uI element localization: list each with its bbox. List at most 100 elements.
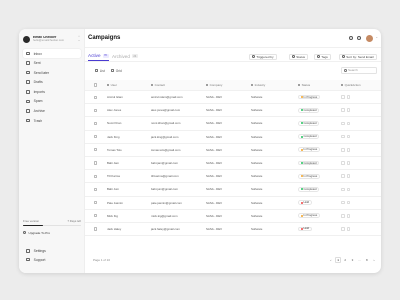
table-row[interactable]: Alex Jones alex.jones@gmail.com SASA - DEV…	[85, 104, 381, 118]
quick-action-cell	[341, 223, 352, 235]
chevron-updown-icon[interactable]: ⌃ ⌄	[77, 36, 81, 42]
contact-cell: amirul.islam@gmail.com	[151, 95, 183, 100]
sort-dropdown[interactable]: Sort by: Send Email	[339, 53, 377, 60]
prev-page-button[interactable]: ‹	[328, 257, 334, 263]
industry-cell: Software	[251, 95, 263, 100]
row-checkbox[interactable]	[94, 95, 98, 99]
column-status[interactable]: Status	[298, 80, 310, 90]
quick-action-more-icon[interactable]	[346, 95, 351, 99]
quick-action-more-icon[interactable]	[346, 187, 351, 192]
column-industry[interactable]: Industry	[251, 80, 265, 90]
user-icon	[107, 83, 110, 87]
bell-icon[interactable]	[357, 36, 361, 40]
table-row[interactable]: Amirul Islam amirul.islam@gmail.com SASA -…	[85, 91, 381, 105]
quick-action-more-icon[interactable]	[346, 134, 351, 139]
table-row[interactable]: Babi Jum babi.jum@gmail.com SASA - DEV Soft…	[85, 183, 381, 197]
status-badge: In Progress	[298, 173, 320, 179]
tabs-bar: Active 7K Archived 24 Triggered by Statu…	[85, 48, 381, 62]
tags-filter[interactable]: Tags	[314, 53, 331, 60]
sidebar-item-sent[interactable]: Sent	[23, 59, 81, 68]
page-button[interactable]: 8	[364, 257, 370, 263]
upgrade-button[interactable]: Upgrade To Pro	[23, 229, 81, 236]
quick-action-more-icon[interactable]	[346, 213, 351, 218]
chevron-down-icon[interactable]: ⌄	[375, 35, 378, 39]
row-checkbox[interactable]	[94, 108, 98, 112]
quick-action-more-icon[interactable]	[346, 148, 351, 152]
status-filter[interactable]: Status	[289, 53, 309, 60]
next-page-button[interactable]: ›	[371, 257, 377, 263]
page-button[interactable]: 1	[335, 256, 342, 263]
triggered-by-filter[interactable]: Triggered by	[249, 53, 277, 60]
table-row[interactable]: Till Karma till.karma@gmail.com SASA - DEV…	[85, 170, 381, 184]
sidebar-item-send-later[interactable]: Send later	[23, 68, 81, 77]
tab-archived[interactable]: Archived 24	[112, 51, 138, 61]
column-user[interactable]: User	[107, 80, 117, 90]
quick-action-edit-icon[interactable]	[341, 134, 345, 139]
row-checkbox[interactable]	[94, 174, 98, 178]
sidebar-item-inbox[interactable]: Inbox	[23, 49, 81, 58]
row-checkbox[interactable]	[94, 214, 98, 218]
status-badge: In Progress	[298, 147, 320, 153]
quick-action-edit-icon[interactable]	[341, 187, 345, 192]
table-row[interactable]: Mick Kig mick.kig@gmail.com SASA - DEV Soft…	[85, 210, 381, 223]
status-cell: In Progress	[298, 210, 320, 222]
sidebar-item-spam[interactable]: Spam	[23, 97, 81, 106]
plan-label: Free version	[23, 219, 40, 223]
row-checkbox[interactable]	[94, 201, 98, 205]
row-checkbox[interactable]	[94, 135, 98, 139]
table-row[interactable]: Jack King jack.king@gmail.com SASA - DEV So…	[85, 131, 381, 144]
quick-action-more-icon[interactable]	[346, 174, 351, 179]
table-row[interactable]: Babi Jam babi.jam@gmail.com SASA - DEV Soft…	[85, 157, 381, 171]
sidebar-item-imports[interactable]: Imports	[23, 87, 81, 96]
table-row[interactable]: Jack Haley jack.haley@gmail.com SASA - DEV…	[85, 223, 381, 237]
table-row[interactable]: Nomi Khan nomi.khan@gmail.com SASA - DEV So…	[85, 117, 381, 131]
quick-action-edit-icon[interactable]	[341, 121, 345, 126]
select-all-checkbox[interactable]	[94, 83, 98, 87]
quick-action-more-icon[interactable]	[346, 200, 351, 205]
page-button[interactable]: 3	[349, 257, 355, 263]
grid-view-button[interactable]: Grid	[111, 67, 122, 74]
row-checkbox[interactable]	[94, 187, 98, 191]
quick-action-edit-icon[interactable]	[341, 108, 345, 113]
tab-active[interactable]: Active 7K	[88, 51, 109, 61]
settings-icon[interactable]	[349, 36, 353, 40]
status-label: In Progress	[303, 148, 318, 152]
quick-action-more-icon[interactable]	[346, 227, 351, 231]
row-checkbox[interactable]	[94, 148, 98, 152]
quick-action-edit-icon[interactable]	[341, 213, 345, 218]
quick-action-more-icon[interactable]	[346, 108, 351, 113]
quick-action-more-icon[interactable]	[346, 161, 351, 165]
quick-action-more-icon[interactable]	[346, 121, 351, 126]
row-checkbox[interactable]	[94, 121, 98, 126]
quick-action-edit-icon[interactable]	[341, 161, 345, 165]
account-switcher[interactable]: Email Checker hello@emailchecker.com ⌃ ⌄	[23, 33, 81, 45]
sidebar-item-support[interactable]: Support	[23, 256, 81, 264]
column-contact[interactable]: Contact	[151, 80, 165, 90]
sidebar-item-drafts[interactable]: Drafts	[23, 78, 81, 87]
sidebar-item-trash[interactable]: Trash	[23, 116, 81, 125]
status-badge: Completed	[298, 107, 319, 113]
table-row[interactable]: Pate Jasmin pate.jasmin@gmail.com SASA - D…	[85, 197, 381, 210]
row-checkbox[interactable]	[94, 161, 98, 165]
quick-action-edit-icon[interactable]	[341, 200, 345, 205]
contact-cell: jack.haley@gmail.com	[151, 226, 180, 231]
status-cell: Completed	[298, 131, 319, 143]
user-avatar[interactable]	[366, 34, 373, 42]
quick-action-edit-icon[interactable]	[341, 148, 345, 152]
column-company[interactable]: Company	[206, 80, 222, 90]
industry-cell: Software	[251, 226, 263, 231]
column-quickaction[interactable]: QuickAction	[341, 80, 361, 90]
quick-action-edit-icon[interactable]	[341, 227, 345, 231]
quick-action-edit-icon[interactable]	[341, 95, 345, 99]
quick-action-edit-icon[interactable]	[341, 174, 345, 179]
status-label: Completed	[303, 108, 317, 112]
table-row[interactable]: Tomas Tolo tomas.tolo@gmail.com SASA - DEV…	[85, 144, 381, 157]
search-input[interactable]	[348, 68, 376, 73]
page-button[interactable]: 2	[342, 257, 348, 263]
user-cell: Till Karma	[107, 174, 120, 179]
row-checkbox[interactable]	[94, 227, 98, 231]
user-cell: Pate Jasmin	[107, 200, 123, 205]
list-view-button[interactable]: List	[95, 67, 105, 74]
sidebar-item-settings[interactable]: Settings	[23, 247, 81, 255]
sidebar-item-archive[interactable]: Archive	[23, 107, 81, 116]
